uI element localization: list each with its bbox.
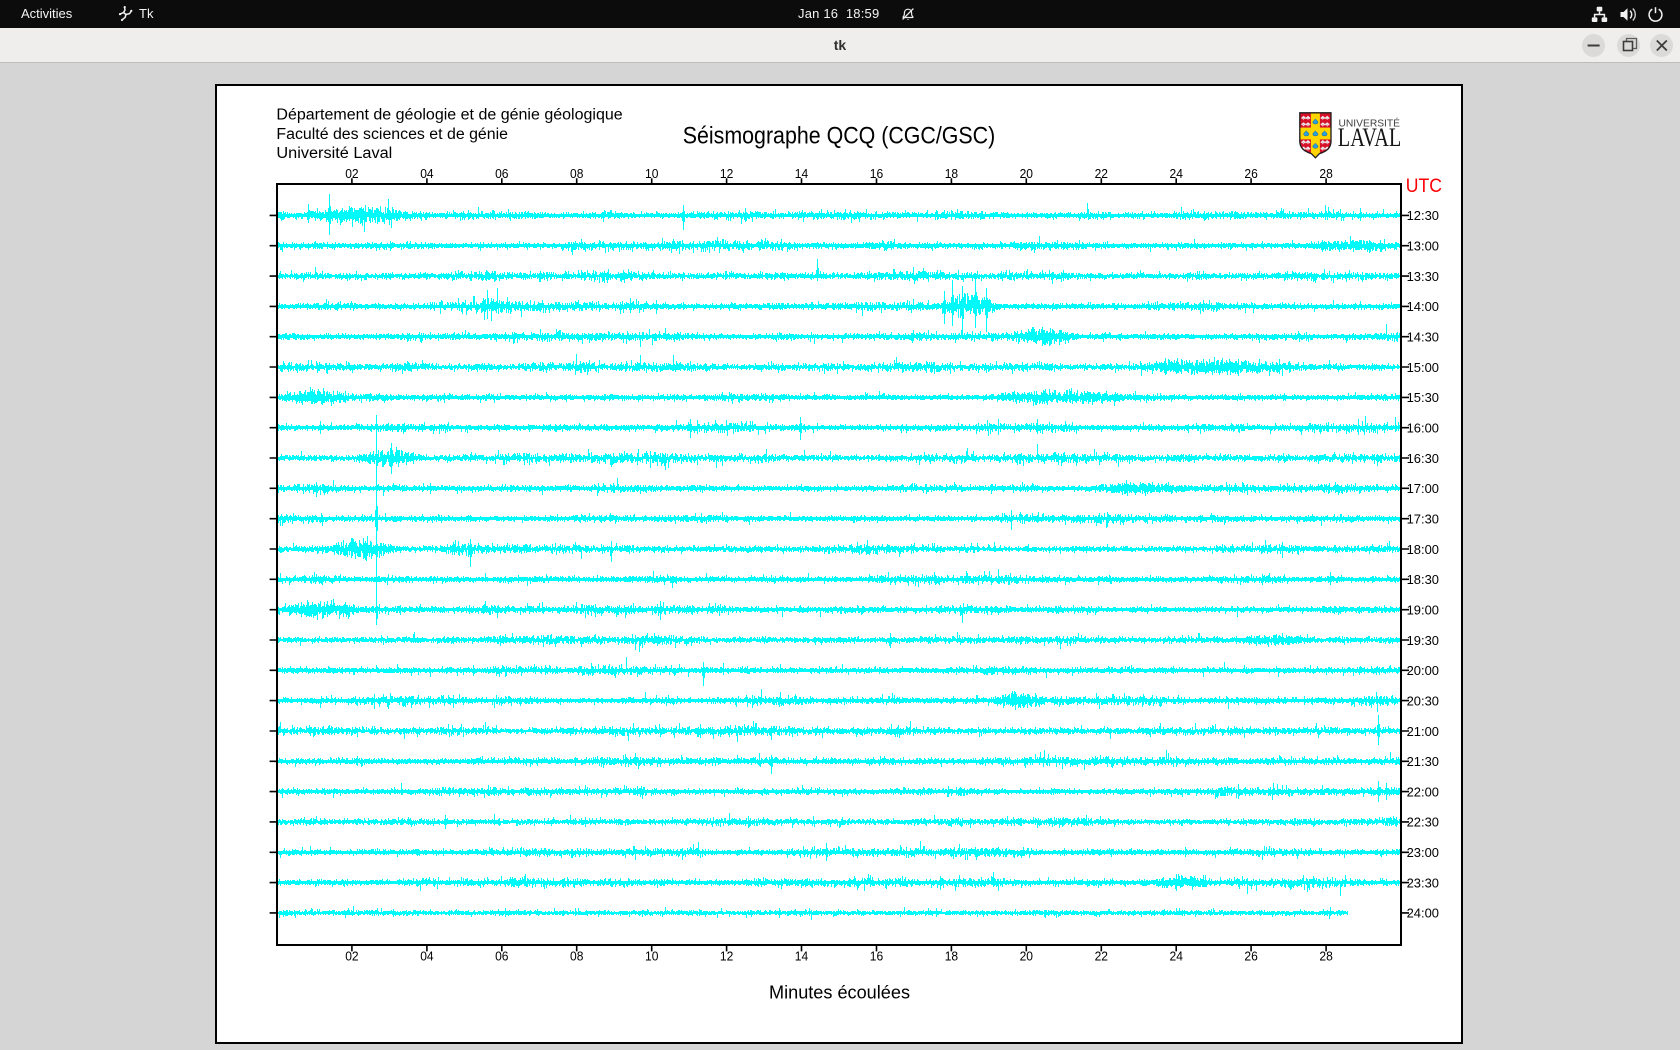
- svg-text:19:30: 19:30: [1407, 633, 1439, 648]
- svg-text:16:00: 16:00: [1407, 421, 1439, 436]
- svg-text:10: 10: [645, 948, 658, 963]
- svg-text:12: 12: [720, 948, 733, 963]
- svg-text:16: 16: [870, 166, 883, 181]
- svg-text:04: 04: [420, 166, 433, 181]
- svg-text:12:30: 12:30: [1407, 208, 1439, 223]
- svg-text:04: 04: [420, 948, 433, 963]
- svg-text:19:00: 19:00: [1407, 603, 1439, 618]
- svg-text:02: 02: [345, 948, 358, 963]
- svg-text:18:00: 18:00: [1407, 542, 1439, 557]
- svg-text:20:00: 20:00: [1407, 663, 1439, 678]
- svg-text:14:30: 14:30: [1407, 330, 1439, 345]
- svg-text:06: 06: [495, 166, 508, 181]
- svg-text:22:30: 22:30: [1407, 815, 1439, 830]
- svg-text:24: 24: [1170, 166, 1183, 181]
- svg-text:18: 18: [945, 166, 958, 181]
- svg-text:22: 22: [1095, 948, 1108, 963]
- svg-text:08: 08: [570, 948, 583, 963]
- svg-text:06: 06: [495, 948, 508, 963]
- svg-text:28: 28: [1319, 166, 1332, 181]
- svg-text:18:30: 18:30: [1407, 572, 1439, 587]
- svg-text:12: 12: [720, 166, 733, 181]
- svg-text:13:30: 13:30: [1407, 269, 1439, 284]
- svg-text:20:30: 20:30: [1407, 693, 1439, 708]
- svg-text:17:30: 17:30: [1407, 512, 1439, 527]
- svg-text:23:00: 23:00: [1407, 845, 1439, 860]
- svg-text:14: 14: [795, 948, 808, 963]
- svg-text:20: 20: [1020, 948, 1033, 963]
- svg-text:21:30: 21:30: [1407, 754, 1439, 769]
- svg-text:23:30: 23:30: [1407, 875, 1439, 890]
- svg-text:18: 18: [945, 948, 958, 963]
- svg-text:15:30: 15:30: [1407, 390, 1439, 405]
- svg-text:15:00: 15:00: [1407, 360, 1439, 375]
- svg-text:20: 20: [1020, 166, 1033, 181]
- svg-text:08: 08: [570, 166, 583, 181]
- svg-text:26: 26: [1244, 948, 1257, 963]
- svg-text:10: 10: [645, 166, 658, 181]
- svg-text:UTC: UTC: [1406, 176, 1442, 197]
- svg-text:14: 14: [795, 166, 808, 181]
- svg-text:22:00: 22:00: [1407, 784, 1439, 799]
- svg-text:Université Laval: Université Laval: [276, 145, 392, 162]
- svg-text:02: 02: [345, 166, 358, 181]
- svg-text:24:00: 24:00: [1407, 906, 1439, 921]
- svg-text:16: 16: [870, 948, 883, 963]
- svg-text:14:00: 14:00: [1407, 299, 1439, 314]
- svg-text:24: 24: [1170, 948, 1183, 963]
- svg-text:17:00: 17:00: [1407, 481, 1439, 496]
- svg-text:Département de géologie et de: Département de géologie et de génie géol…: [276, 107, 622, 124]
- svg-text:16:30: 16:30: [1407, 451, 1439, 466]
- svg-text:28: 28: [1319, 948, 1332, 963]
- svg-text:LAVAL: LAVAL: [1338, 123, 1402, 152]
- svg-text:13:00: 13:00: [1407, 239, 1439, 254]
- svg-text:26: 26: [1244, 166, 1257, 181]
- svg-text:Séismographe QCQ (CGC/GSC): Séismographe QCQ (CGC/GSC): [683, 123, 996, 150]
- svg-text:21:00: 21:00: [1407, 724, 1439, 739]
- svg-text:22: 22: [1095, 166, 1108, 181]
- svg-text:Faculté des sciences et de gén: Faculté des sciences et de génie: [276, 126, 508, 143]
- svg-text:Minutes écoulées: Minutes écoulées: [769, 982, 910, 1003]
